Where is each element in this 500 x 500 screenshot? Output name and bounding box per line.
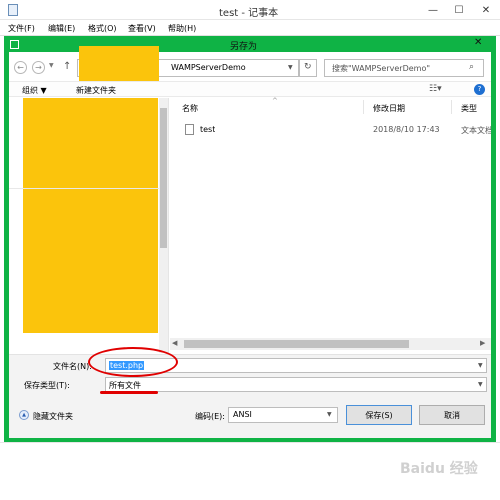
recent-locations-icon[interactable]: ▼ (49, 62, 54, 69)
column-modified[interactable]: 修改日期 (373, 103, 405, 114)
organize-menu[interactable]: 组织 ▼ (22, 85, 47, 96)
navigation-scroll-thumb[interactable] (160, 108, 167, 248)
menu-view[interactable]: 查看(V) (128, 23, 156, 34)
address-dropdown-icon[interactable]: ▼ (288, 64, 293, 71)
encoding-value: ANSI (233, 410, 252, 419)
horizontal-scrollbar[interactable]: ◀ ▶ (170, 338, 491, 350)
dialog-body: ← → ▼ ↑ WAMPServerDemo ▼ ↻ 搜索"WAMPServer… (9, 46, 491, 438)
file-row[interactable]: test 2018/8/10 17:43 文本文档 (170, 122, 491, 138)
menu-help[interactable]: 帮助(H) (168, 23, 196, 34)
dialog-footer: ▲ 隐藏文件夹 编码(E): ANSI ▼ 保存(S) 取消 (9, 396, 491, 438)
horizontal-scroll-thumb[interactable] (184, 340, 409, 348)
filename-dropdown-icon[interactable]: ▼ (478, 362, 483, 369)
address-breadcrumb-redaction (79, 46, 159, 84)
filetype-label: 保存类型(T): (24, 381, 70, 390)
dialog-close-icon[interactable]: ✕ (474, 37, 482, 48)
view-options-icon[interactable]: ☷▾ (429, 84, 442, 94)
navigation-divider (9, 188, 159, 189)
refresh-icon: ↻ (304, 62, 312, 72)
address-current-folder[interactable]: WAMPServerDemo (171, 63, 246, 72)
column-type[interactable]: 类型 (461, 103, 477, 114)
search-box[interactable]: 搜索"WAMPServerDemo" ⌕ (324, 59, 484, 77)
file-fields-panel: 文件名(N): test.php ▼ 保存类型(T): 所有文件 ▼ (9, 347, 491, 396)
column-separator (451, 100, 452, 114)
cancel-button-label: 取消 (444, 410, 460, 420)
navigation-pane-redaction (23, 98, 158, 333)
dialog-icon (10, 40, 19, 49)
sort-up-icon: ^ (272, 97, 278, 105)
file-type: 文本文档 (461, 126, 491, 135)
up-icon[interactable]: ↑ (63, 61, 71, 72)
cancel-button[interactable]: 取消 (419, 405, 485, 425)
filetype-dropdown-icon[interactable]: ▼ (478, 381, 483, 388)
file-list[interactable]: 名称 ^ 修改日期 类型 test 2018/8/10 17:43 文本文档 ◀… (170, 97, 491, 353)
new-folder-button[interactable]: 新建文件夹 (76, 85, 116, 96)
annotation-underline (100, 391, 158, 394)
column-header-row: 名称 ^ 修改日期 类型 (170, 97, 491, 116)
forward-icon[interactable]: → (32, 61, 45, 74)
watermark: Baidu 经验 (400, 461, 478, 477)
save-as-dialog: 另存为 ✕ ← → ▼ ↑ WAMPServerDemo ▼ ↻ 搜索"WAMP… (4, 36, 496, 442)
scroll-right-icon[interactable]: ▶ (480, 339, 485, 347)
address-bar[interactable]: WAMPServerDemo ▼ (77, 46, 299, 84)
help-icon[interactable]: ? (474, 84, 485, 95)
refresh-button[interactable]: ↻ (299, 59, 317, 77)
column-separator (363, 100, 364, 114)
navigation-scrollbar[interactable] (159, 98, 168, 353)
search-icon: ⌕ (469, 62, 475, 72)
encoding-dropdown-icon[interactable]: ▼ (327, 411, 332, 418)
filename-label: 文件名(N): (53, 362, 92, 371)
hide-folders-icon[interactable]: ▲ (19, 410, 29, 420)
column-name[interactable]: 名称 (182, 103, 198, 114)
notepad-titlebar: test - 记事本 — ☐ ✕ (0, 0, 500, 20)
encoding-label: 编码(E): (195, 412, 225, 421)
save-button[interactable]: 保存(S) (346, 405, 412, 425)
minimize-button[interactable]: — (420, 0, 446, 20)
maximize-button[interactable]: ☐ (446, 0, 472, 20)
menu-file[interactable]: 文件(F) (8, 23, 35, 34)
encoding-select[interactable]: ANSI ▼ (228, 407, 338, 423)
text-file-icon (185, 124, 194, 135)
navigation-pane[interactable] (9, 98, 169, 353)
command-bar: 组织 ▼ 新建文件夹 ☷▾ ? (9, 81, 491, 97)
search-placeholder: 搜索"WAMPServerDemo" (332, 64, 431, 73)
dialog-titlebar: 另存为 ✕ (4, 36, 496, 52)
menu-format[interactable]: 格式(O) (88, 23, 117, 34)
notepad-title: test - 记事本 (219, 8, 279, 19)
close-button[interactable]: ✕ (472, 0, 500, 20)
hide-folders-toggle[interactable]: 隐藏文件夹 (33, 411, 73, 422)
scroll-left-icon[interactable]: ◀ (172, 339, 177, 347)
back-icon[interactable]: ← (14, 61, 27, 74)
file-modified: 2018/8/10 17:43 (373, 125, 440, 134)
notepad-menubar: 文件(F) 编辑(E) 格式(O) 查看(V) 帮助(H) (0, 20, 500, 36)
file-name: test (200, 125, 216, 134)
notepad-app-icon (8, 4, 18, 16)
menu-edit[interactable]: 编辑(E) (48, 23, 75, 34)
annotation-circle (88, 347, 178, 377)
filetype-select[interactable]: 所有文件 ▼ (105, 377, 487, 392)
dialog-title: 另存为 (230, 42, 258, 52)
save-button-label: 保存(S) (365, 410, 393, 420)
filetype-value: 所有文件 (109, 381, 141, 390)
